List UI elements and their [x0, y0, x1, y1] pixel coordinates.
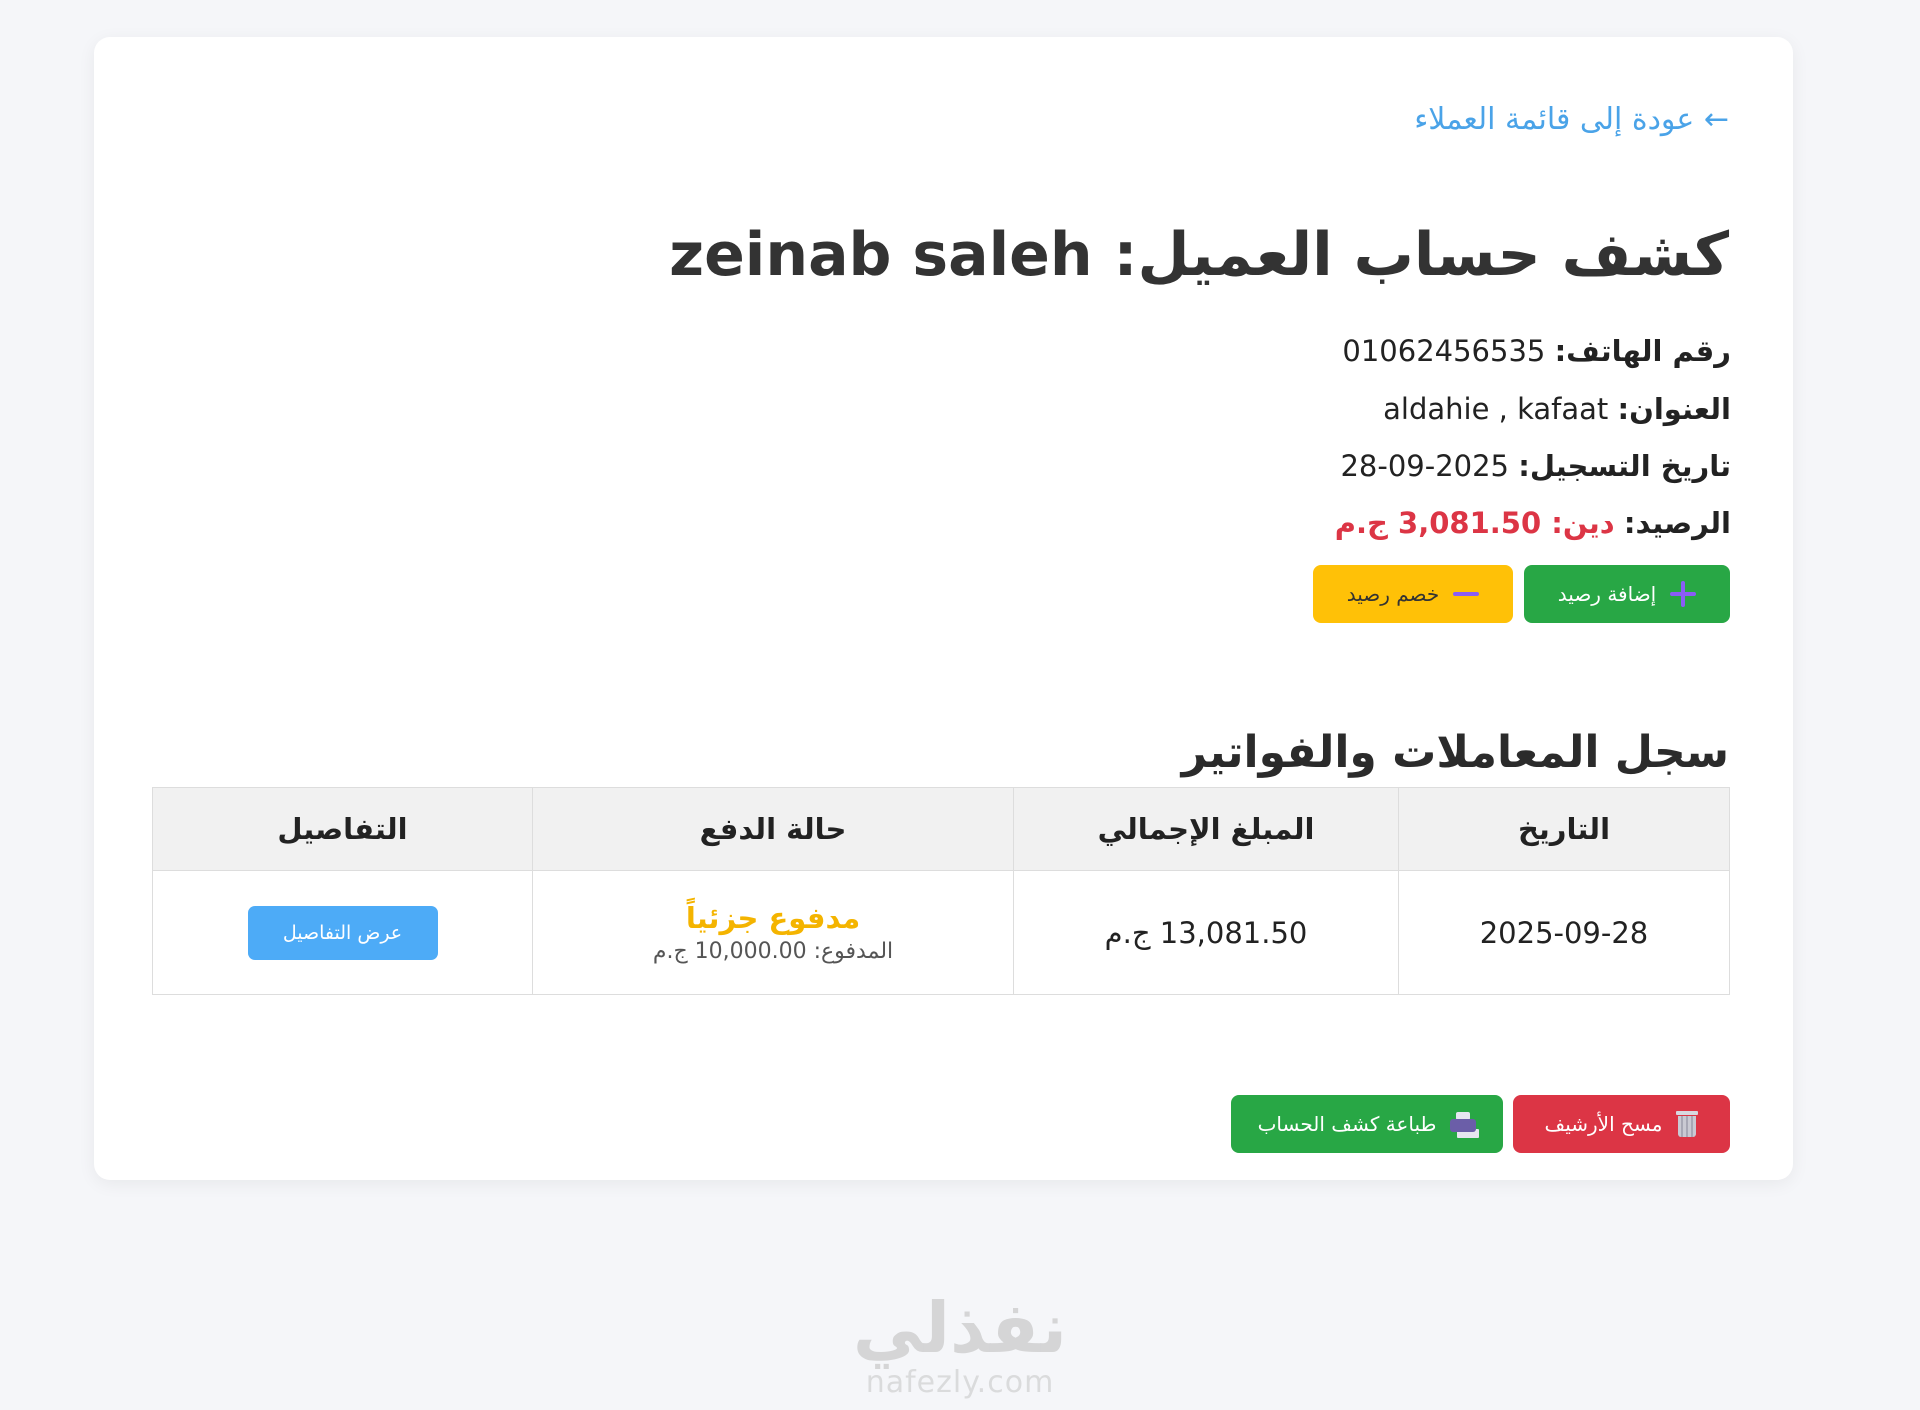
registration-date-row: تاريخ التسجيل: 28-09-2025 — [1340, 449, 1731, 483]
column-header-total: المبلغ الإجمالي — [1013, 787, 1399, 871]
customer-name: zeinab saleh — [669, 220, 1093, 290]
add-balance-label: إضافة رصيد — [1557, 582, 1657, 606]
phone-label: رقم الهاتف: — [1554, 334, 1731, 368]
add-balance-button[interactable]: إضافة رصيد — [1524, 565, 1730, 623]
cell-status: مدفوع جزئياً المدفوع: 10,000.00 ج.م — [532, 870, 1014, 995]
balance-label: الرصيد: — [1623, 506, 1731, 540]
clear-archive-label: مسح الأرشيف — [1544, 1112, 1663, 1136]
statement-card: ← عودة إلى قائمة العملاء كشف حساب العميل… — [94, 37, 1793, 1180]
column-header-status: حالة الدفع — [532, 787, 1014, 871]
cell-total: 13,081.50 ج.م — [1013, 870, 1399, 995]
phone-value: 01062456535 — [1342, 334, 1546, 368]
cell-date: 2025-09-28 — [1398, 870, 1730, 995]
balance-value: دين: 3,081.50 ج.م — [1334, 506, 1615, 540]
paid-amount-row: المدفوع: 10,000.00 ج.م — [533, 937, 1013, 967]
watermark-logo: نفذلي — [852, 1287, 1068, 1369]
payment-status: مدفوع جزئياً — [685, 900, 861, 935]
paid-label: المدفوع: — [813, 938, 894, 964]
trash-icon — [1676, 1111, 1699, 1137]
transactions-title: سجل المعاملات والفواتير — [1181, 727, 1729, 778]
view-details-button[interactable]: عرض التفاصيل — [247, 905, 438, 960]
page-title-prefix: كشف حساب العميل: — [1113, 220, 1729, 290]
address-label: العنوان: — [1617, 392, 1731, 426]
clear-archive-button[interactable]: مسح الأرشيف — [1513, 1095, 1730, 1153]
print-statement-button[interactable]: طباعة كشف الحساب — [1231, 1095, 1503, 1153]
address-value: aldahie , kafaat — [1383, 392, 1609, 426]
plus-icon — [1670, 581, 1697, 607]
cell-details: عرض التفاصيل — [152, 870, 533, 995]
minus-icon — [1453, 581, 1480, 607]
phone-row: رقم الهاتف: 01062456535 — [1342, 334, 1731, 368]
transactions-table: التاريخ المبلغ الإجمالي حالة الدفع التفا… — [152, 787, 1730, 995]
balance-row: الرصيد: دين: 3,081.50 ج.م — [1335, 506, 1731, 540]
watermark-url: nafezly.com — [865, 1365, 1055, 1400]
back-to-customers-link[interactable]: ← عودة إلى قائمة العملاء — [1414, 102, 1729, 137]
column-header-date: التاريخ — [1398, 787, 1730, 871]
subtract-balance-button[interactable]: خصم رصيد — [1313, 565, 1513, 623]
table-header-row: التاريخ المبلغ الإجمالي حالة الدفع التفا… — [152, 787, 1730, 871]
page-title: كشف حساب العميل: zeinab saleh — [669, 220, 1729, 290]
paid-value: 10,000.00 ج.م — [652, 938, 807, 964]
registration-date-value: 28-09-2025 — [1340, 449, 1510, 483]
total-value: 13,081.50 ج.م — [1104, 915, 1308, 950]
table-row: 2025-09-28 13,081.50 ج.م مدفوع جزئياً ال… — [152, 870, 1730, 995]
address-row: العنوان: aldahie , kafaat — [1383, 392, 1731, 426]
column-header-details: التفاصيل — [152, 787, 533, 871]
subtract-balance-label: خصم رصيد — [1346, 582, 1440, 606]
printer-icon — [1450, 1112, 1477, 1136]
registration-date-label: تاريخ التسجيل: — [1518, 449, 1731, 483]
print-statement-label: طباعة كشف الحساب — [1257, 1112, 1437, 1136]
watermark: نفذلي nafezly.com — [853, 1290, 1067, 1400]
